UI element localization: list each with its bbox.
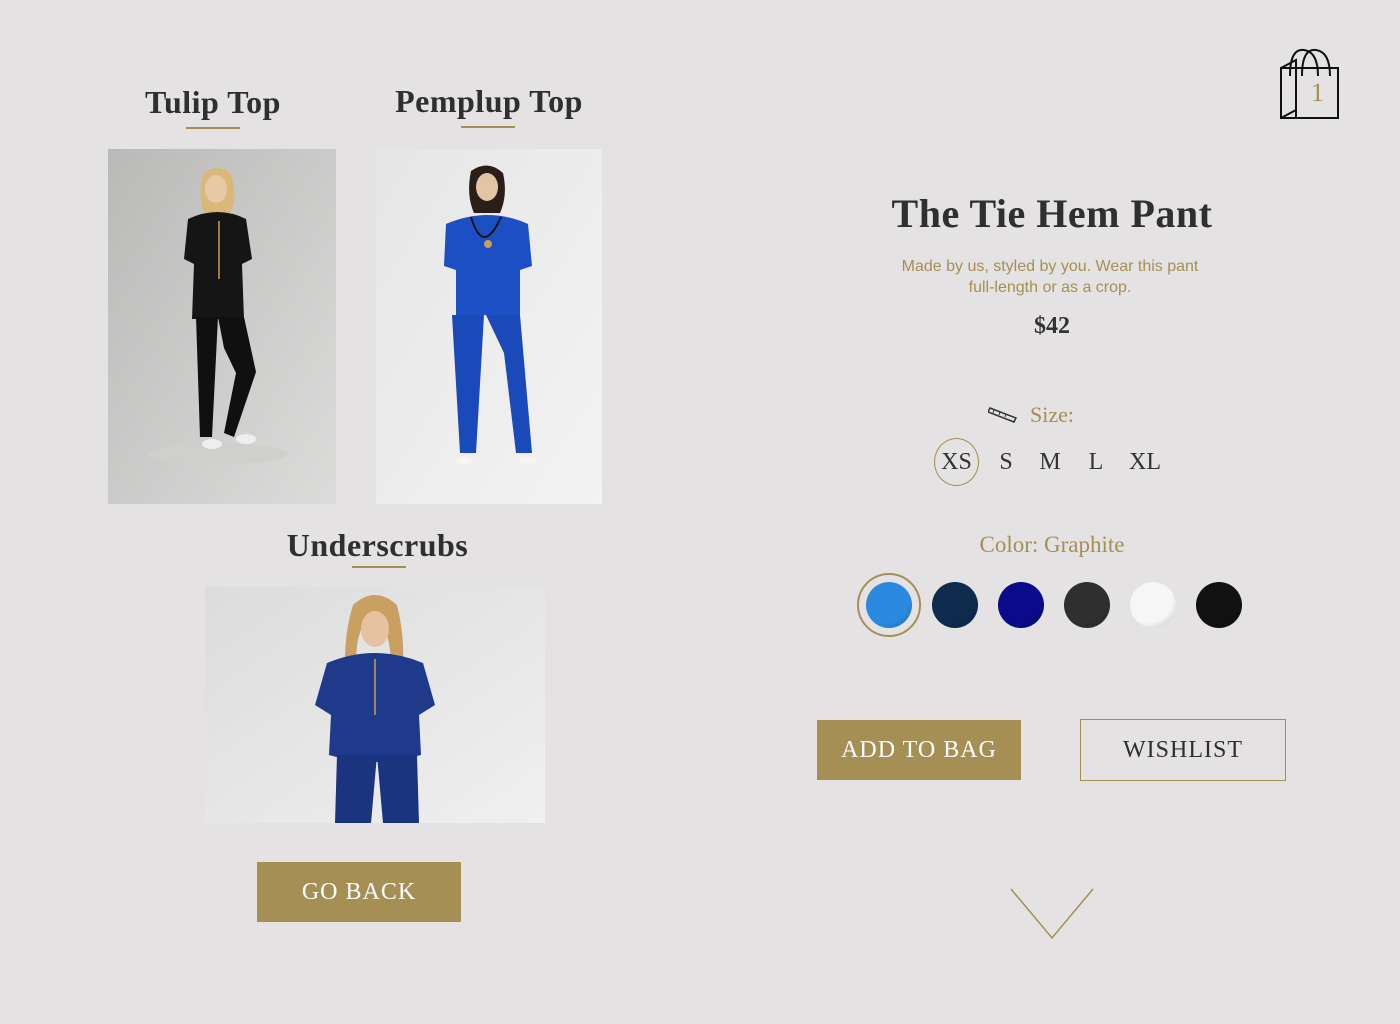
product-price: $42 bbox=[1034, 313, 1070, 339]
go-back-button[interactable]: GO BACK bbox=[257, 862, 461, 922]
description-line: Made by us, styled by you. Wear this pan… bbox=[901, 258, 1199, 275]
title-underline bbox=[461, 126, 515, 128]
color-swatch-blue[interactable] bbox=[866, 582, 912, 628]
title-underline bbox=[352, 566, 406, 568]
scroll-down-button[interactable] bbox=[1008, 886, 1096, 942]
ruler-icon bbox=[986, 404, 1018, 424]
product-detail-title: The Tie Hem Pant bbox=[891, 191, 1213, 236]
color-swatch-white[interactable] bbox=[1130, 582, 1176, 628]
title-underline bbox=[186, 127, 240, 129]
product-image[interactable] bbox=[205, 587, 545, 823]
color-swatch-navy[interactable] bbox=[932, 582, 978, 628]
product-title[interactable]: Pemplup Top bbox=[376, 83, 602, 120]
shopping-bag-button[interactable]: 1 bbox=[1278, 48, 1342, 122]
size-option-xl[interactable]: XL bbox=[1126, 438, 1164, 486]
size-option-l[interactable]: L bbox=[1084, 438, 1108, 486]
size-option-m[interactable]: M bbox=[1036, 438, 1064, 486]
product-title[interactable]: Underscrubs bbox=[205, 527, 550, 564]
cart-count-badge: 1 bbox=[1311, 78, 1324, 107]
color-swatch-graphite[interactable] bbox=[1064, 582, 1110, 628]
size-option-xs[interactable]: XS bbox=[934, 438, 979, 486]
product-description: Made by us, styled by you. Wear this pan… bbox=[880, 256, 1220, 298]
description-line: full-length or as a crop. bbox=[968, 279, 1132, 296]
color-label: Color: Graphite bbox=[979, 532, 1125, 557]
chevron-down-icon bbox=[1010, 888, 1094, 940]
add-to-bag-button[interactable]: ADD TO BAG bbox=[817, 720, 1021, 780]
product-image[interactable] bbox=[108, 149, 336, 504]
product-title[interactable]: Tulip Top bbox=[108, 84, 318, 121]
shopping-bag-icon bbox=[1280, 48, 1339, 119]
product-image[interactable] bbox=[376, 149, 602, 504]
wishlist-button[interactable]: WISHLIST bbox=[1080, 719, 1286, 781]
size-option-s[interactable]: S bbox=[994, 438, 1018, 486]
color-swatch-royal[interactable] bbox=[998, 582, 1044, 628]
size-label: Size: bbox=[1030, 402, 1074, 427]
color-swatch-black[interactable] bbox=[1196, 582, 1242, 628]
